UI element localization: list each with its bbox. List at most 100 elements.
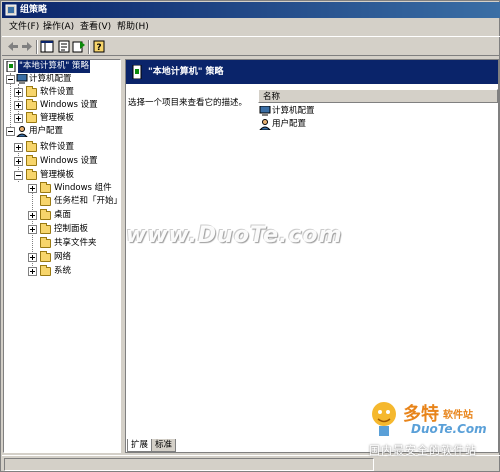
expand-toggle[interactable] (14, 101, 23, 110)
site-logo: 多特 软件站 DuoTe.Com 国内最安全的软件站 (363, 396, 499, 470)
tree-label: Windows 组件 (54, 183, 112, 193)
folder-icon (40, 195, 51, 206)
column-header-label: 名称 (263, 92, 281, 102)
brand-domain: DuoTe.Com (411, 422, 487, 436)
toolbar-separator (36, 40, 38, 54)
details-header: "本地计算机" 策略 (126, 60, 498, 84)
expand-toggle[interactable] (28, 184, 37, 193)
tree-item-shared-folders[interactable]: 共享文件夹 (4, 237, 120, 250)
user-icon (16, 126, 28, 137)
tree-item-windows-components[interactable]: Windows 组件 (4, 182, 120, 195)
folder-icon (40, 182, 51, 193)
tree-item-uc-software[interactable]: 软件设置 (4, 141, 120, 154)
tree-label: 桌面 (54, 210, 72, 220)
tab-standard[interactable]: 标准 (151, 439, 177, 452)
user-icon (259, 119, 271, 130)
folder-icon (26, 99, 37, 110)
tree-item-taskbar-start[interactable]: 任务栏和「开始」菜单 (4, 195, 120, 208)
computer-icon (16, 74, 28, 84)
back-icon[interactable] (6, 40, 20, 53)
folder-icon (26, 86, 37, 97)
expand-toggle[interactable] (14, 114, 23, 123)
tree-item-control-panel[interactable]: 控制面板 (4, 223, 120, 236)
tree-label: 系统 (54, 266, 72, 276)
menu-action[interactable]: 操作(A) (40, 21, 77, 33)
tree-label: 软件设置 (40, 87, 75, 97)
svg-text:?: ? (96, 43, 101, 53)
tree-item-root[interactable]: "本地计算机" 策略 (4, 60, 120, 73)
tree-item-system[interactable]: 系统 (4, 265, 120, 278)
menu-help[interactable]: 帮助(H) (114, 21, 152, 33)
details-title: "本地计算机" 策略 (148, 67, 224, 77)
details-pane: "本地计算机" 策略 选择一个项目来查看它的描述。 名称 计算机配置 用户配置 (125, 59, 499, 453)
show-hide-tree-icon[interactable] (40, 40, 54, 53)
tree-pane[interactable]: "本地计算机" 策略 计算机配置 软件设置 Windows 设置 管理模板 用户… (3, 59, 121, 453)
menu-view[interactable]: 查看(V) (77, 21, 114, 33)
title-bar[interactable]: 组策略 (2, 2, 500, 18)
window-title: 组策略 (20, 5, 48, 15)
tree-item-cc-windows[interactable]: Windows 设置 (4, 99, 120, 112)
menu-bar: 文件(F) 操作(A) 查看(V) 帮助(H) (2, 19, 500, 35)
list-item-label: 用户配置 (272, 119, 307, 129)
description-text: 选择一个项目来查看它的描述。 (128, 98, 248, 108)
tree-label: 共享文件夹 (54, 238, 97, 248)
help-icon[interactable]: ? (92, 40, 106, 53)
folder-icon (26, 112, 37, 123)
forward-icon[interactable] (20, 40, 34, 53)
folder-icon (26, 141, 37, 152)
expand-toggle[interactable] (28, 253, 37, 262)
tree-label: Windows 设置 (40, 156, 98, 166)
folder-icon (40, 265, 51, 276)
collapse-toggle[interactable] (6, 75, 15, 84)
brand-subtitle: 软件站 (443, 410, 473, 421)
tree-item-computer-config[interactable]: 计算机配置 (4, 73, 120, 86)
computer-icon (259, 106, 271, 116)
tree-label: 管理模板 (40, 170, 75, 180)
tree-label: 管理模板 (40, 113, 75, 123)
expand-toggle[interactable] (14, 88, 23, 97)
status-cell (4, 458, 374, 471)
folder-icon (40, 251, 51, 262)
tree-label: 控制面板 (54, 224, 89, 234)
toolbar: ? (2, 36, 500, 56)
tree-label: 软件设置 (40, 142, 75, 152)
group-policy-window: 组策略 文件(F) 操作(A) 查看(V) 帮助(H) ? "本地计算机" 策略… (0, 0, 500, 472)
collapse-toggle[interactable] (14, 171, 23, 180)
tree-label: 计算机配置 (29, 74, 72, 84)
group-policy-app-icon (5, 4, 17, 16)
column-header-name[interactable]: 名称 (258, 89, 498, 103)
expand-toggle[interactable] (28, 211, 37, 220)
tab-extended[interactable]: 扩展 (127, 439, 153, 452)
tree-item-uc-admin[interactable]: 管理模板 (4, 169, 120, 182)
folder-icon (26, 155, 37, 166)
tree-item-user-config[interactable]: 用户配置 (4, 125, 120, 138)
tree-label: "本地计算机" 策略 (18, 60, 91, 73)
policy-icon (6, 61, 16, 72)
folder-icon (40, 237, 51, 248)
tree-item-cc-admin[interactable]: 管理模板 (4, 112, 120, 125)
expand-toggle[interactable] (28, 267, 37, 276)
tree-item-cc-software[interactable]: 软件设置 (4, 86, 120, 99)
tree-item-uc-windows[interactable]: Windows 设置 (4, 155, 120, 168)
list-item-label: 计算机配置 (272, 106, 315, 116)
tree-label: 用户配置 (29, 126, 64, 136)
expand-toggle[interactable] (28, 225, 37, 234)
tree-item-desktop[interactable]: 桌面 (4, 209, 120, 222)
folder-icon (40, 209, 51, 220)
tree-item-network[interactable]: 网络 (4, 251, 120, 264)
watermark-text: www.DuoTe.com (126, 223, 343, 248)
tree-label: 任务栏和「开始」菜单 (54, 196, 120, 206)
brand-slogan: 国内最安全的软件站 (369, 444, 477, 457)
menu-file[interactable]: 文件(F) (6, 21, 42, 33)
expand-toggle[interactable] (14, 157, 23, 166)
tree-label: 网络 (54, 252, 72, 262)
mascot-icon (372, 402, 396, 436)
collapse-toggle[interactable] (6, 127, 15, 136)
view-tabs: 扩展 标准 (125, 439, 225, 453)
export-list-icon[interactable] (72, 40, 86, 53)
expand-toggle[interactable] (14, 143, 23, 152)
folder-icon (40, 223, 51, 234)
policy-icon (132, 65, 142, 79)
properties-icon[interactable] (57, 40, 71, 53)
toolbar-separator (88, 40, 90, 54)
